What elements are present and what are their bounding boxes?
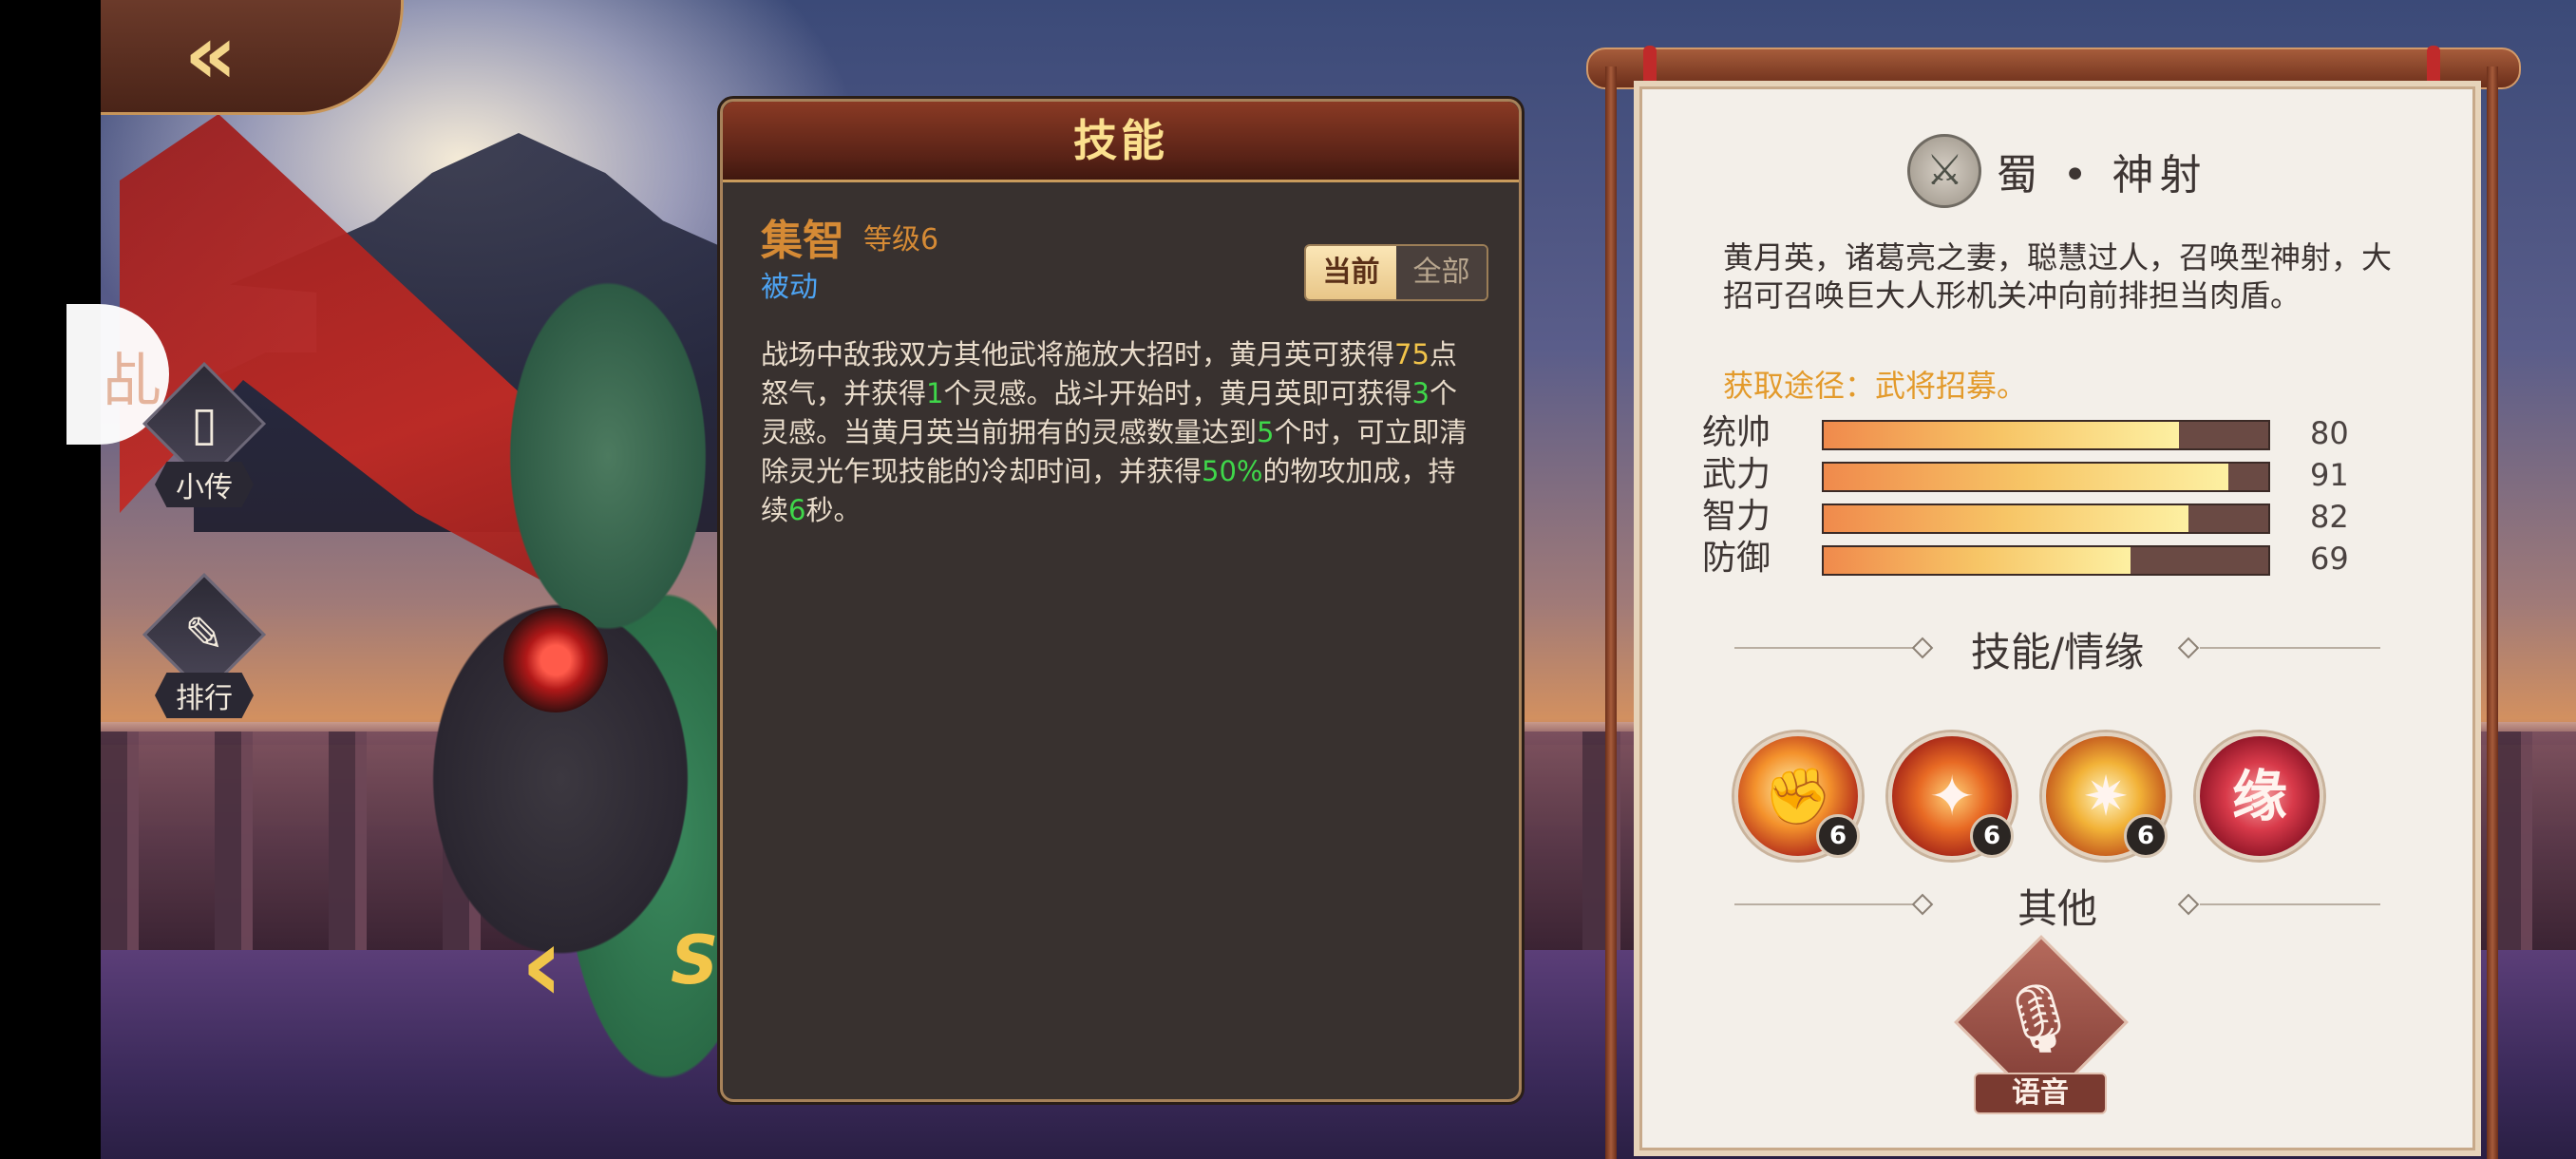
- mech-eye: [503, 608, 608, 712]
- faction-row: ⚔ 蜀 • 神射: [1639, 134, 2475, 208]
- skill-icon[interactable]: ✊ 6: [1734, 732, 1862, 860]
- stat-value: 82: [2310, 499, 2349, 535]
- divider-right: [2200, 647, 2380, 649]
- rank-button[interactable]: ✎ 排行: [142, 572, 267, 718]
- skill-icon[interactable]: ✷ 6: [2042, 732, 2169, 860]
- skill-desc-number: 6: [788, 494, 806, 526]
- skill-desc-text: 个灵感。战斗开始时，黄月英即可获得: [943, 377, 1412, 409]
- divider-right: [2200, 903, 2380, 905]
- voice-button[interactable]: 🎙 语音: [1954, 935, 2129, 1114]
- hero-bio: 黄月英，诸葛亮之妻，聪慧过人，召唤型神射，大招可召唤巨大人形机关冲向前排担当肉盾…: [1723, 239, 2393, 314]
- stat-bar: [1822, 545, 2270, 576]
- skill-desc-text: 战场中敌我双方其他武将施放大招时，黄月英可获得: [761, 338, 1395, 370]
- voice-label: 语音: [1974, 1073, 2107, 1114]
- acquisition-source: 获取途径：武将招募。: [1723, 368, 2028, 404]
- stat-value: 91: [2310, 457, 2349, 493]
- prev-hero-arrow[interactable]: ‹: [521, 912, 563, 1016]
- faction-crossed-weapons-icon: ⚔: [1907, 134, 1982, 208]
- bio-button[interactable]: ▯ 小传: [142, 361, 267, 507]
- skill-icon[interactable]: ✦ 6: [1888, 732, 2016, 860]
- stat-label: 武力: [1702, 455, 1771, 494]
- stat-bar-fill: [1824, 505, 2188, 532]
- skill-description: 战场中敌我双方其他武将施放大招时，黄月英可获得75点怒气，并获得1个灵感。战斗开…: [761, 335, 1483, 530]
- skill-desc-number: 1: [926, 377, 944, 409]
- back-arrow-icon: «: [184, 8, 237, 103]
- skill-desc-text: 秒。: [805, 494, 862, 526]
- stat-row: 防御 69: [1702, 540, 2424, 578]
- skill-desc-number: 5: [1257, 416, 1275, 448]
- skill-desc-number: 75: [1394, 338, 1430, 370]
- stat-bar: [1822, 462, 2270, 492]
- stat-bar-fill: [1824, 422, 2180, 448]
- stat-bar-fill: [1824, 464, 2228, 490]
- stat-row: 统帅 80: [1702, 414, 2424, 452]
- skill-name: 集智: [761, 217, 844, 265]
- bio-label: 小传: [155, 462, 254, 507]
- other-section-title: 其他: [2017, 885, 2097, 932]
- skill-detail-panel: 技能 集智 等级6 被动 当前 全部 战场中敌我双方其他武将施放大招时，黄月英可…: [720, 99, 1522, 1102]
- scroll-post-left: [1605, 66, 1617, 1159]
- stat-label: 统帅: [1702, 413, 1771, 452]
- skill-desc-number: 3: [1411, 377, 1430, 409]
- stat-row: 武力 91: [1702, 456, 2424, 494]
- hero-info-scroll: ⚔ 蜀 • 神射 黄月英，诸葛亮之妻，聪慧过人，召唤型神射，大招可召唤巨大人形机…: [1586, 28, 2521, 1159]
- microphone-icon: 🎙: [1996, 979, 2081, 1057]
- skills-section-title: 技能/情缘: [1970, 629, 2145, 675]
- skill-type: 被动: [761, 271, 818, 304]
- toggle-current[interactable]: 当前: [1306, 246, 1396, 299]
- scroll-post-right: [2487, 66, 2498, 1159]
- stat-bar-fill: [1824, 547, 2131, 574]
- level-toggle: 当前 全部: [1304, 244, 1488, 301]
- skill-desc-number: 50%: [1202, 455, 1263, 487]
- stat-bar: [1822, 420, 2270, 450]
- toggle-all[interactable]: 全部: [1396, 246, 1487, 299]
- skill-glyph: 缘: [2231, 764, 2287, 828]
- stat-label: 智力: [1702, 497, 1771, 536]
- rank-label: 排行: [155, 673, 254, 718]
- stat-value: 80: [2310, 415, 2349, 451]
- skill-level-badge: 6: [1970, 814, 2014, 858]
- skill-panel-header: 技能: [723, 102, 1519, 182]
- stat-bar: [1822, 504, 2270, 534]
- skill-level: 等级6: [863, 223, 939, 256]
- hero-info-card: ⚔ 蜀 • 神射 黄月英，诸葛亮之妻，聪慧过人，召唤型神射，大招可召唤巨大人形机…: [1634, 81, 2481, 1156]
- stat-value: 69: [2310, 541, 2349, 577]
- faction-class-label: 蜀 • 神射: [1996, 151, 2207, 200]
- stat-label: 防御: [1702, 539, 1771, 578]
- skill-panel-title: 技能: [1073, 115, 1168, 166]
- stat-row: 智力 82: [1702, 498, 2424, 536]
- fate-icon[interactable]: 缘: [2196, 732, 2323, 860]
- skill-level-badge: 6: [1816, 814, 1860, 858]
- skill-level-badge: 6: [2124, 814, 2168, 858]
